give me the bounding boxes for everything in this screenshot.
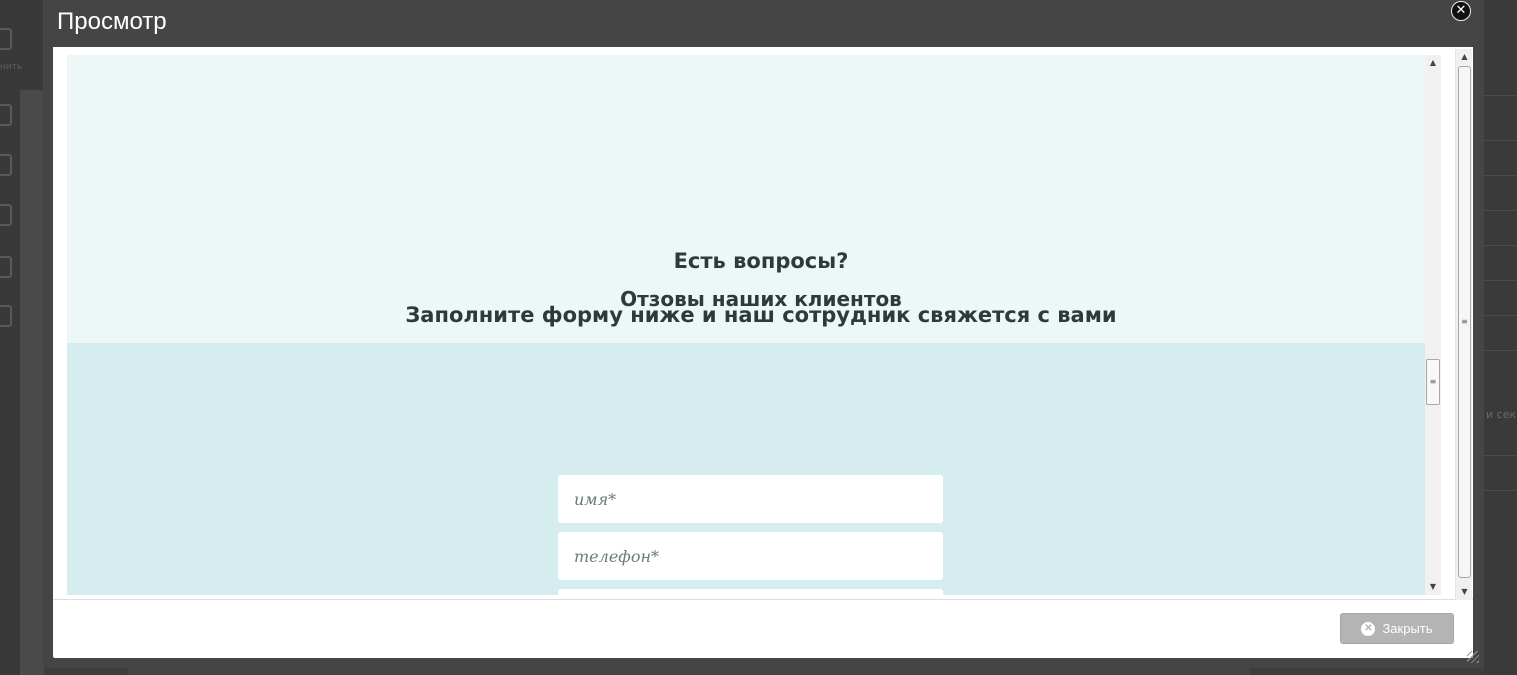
preview-scrollbar[interactable]: ▲ ≡ ▼ bbox=[1425, 55, 1441, 595]
play-icon bbox=[0, 256, 12, 278]
preview-scroll-thumb[interactable]: ≡ bbox=[1426, 359, 1440, 405]
copy-icon bbox=[0, 305, 12, 327]
background-left-panel bbox=[20, 90, 44, 675]
preview-frame: Есть вопросы? Отзовы наших клиентов Запо… bbox=[53, 47, 1473, 600]
page-preview: Есть вопросы? Отзовы наших клиентов Запо… bbox=[67, 55, 1425, 595]
form-subheading: Заполните форму ниже и наш сотрудник свя… bbox=[405, 303, 1117, 327]
dialog-scroll-down-icon[interactable]: ▼ bbox=[1456, 584, 1473, 600]
image-icon bbox=[0, 204, 12, 226]
name-input[interactable] bbox=[558, 475, 943, 523]
preview-dialog: Просмотр ✕ Есть вопросы? Отзовы наших кл… bbox=[43, 0, 1484, 668]
dialog-title: Просмотр bbox=[57, 8, 167, 35]
background-right-panel: и секц bbox=[1484, 0, 1517, 675]
dialog-scrollbar[interactable]: ▲ ≡ ▼ bbox=[1455, 49, 1472, 600]
dialog-scroll-thumb[interactable]: ≡ bbox=[1458, 66, 1471, 578]
background-bottom-bar bbox=[128, 668, 1250, 675]
close-icon[interactable]: ✕ bbox=[1451, 1, 1471, 21]
calendar-icon bbox=[0, 154, 12, 176]
email-input[interactable] bbox=[558, 589, 943, 595]
dialog-scroll-up-icon[interactable]: ▲ bbox=[1456, 49, 1473, 65]
phone-input[interactable] bbox=[558, 532, 943, 580]
resize-grip[interactable] bbox=[1467, 651, 1479, 663]
close-button[interactable]: ✕ Закрыть bbox=[1340, 613, 1454, 644]
close-button-label: Закрыть bbox=[1382, 621, 1433, 636]
background-right-text: и секц bbox=[1486, 408, 1517, 421]
scroll-up-icon[interactable]: ▲ bbox=[1425, 55, 1441, 71]
questions-heading: Есть вопросы? bbox=[673, 249, 849, 273]
save-icon bbox=[0, 28, 12, 50]
settings-icon bbox=[0, 104, 12, 126]
dialog-body: Есть вопросы? Отзовы наших клиентов Запо… bbox=[53, 47, 1473, 658]
background-sidebar-label: нить bbox=[0, 62, 23, 72]
scroll-down-icon[interactable]: ▼ bbox=[1425, 579, 1441, 595]
x-circle-icon: ✕ bbox=[1361, 621, 1376, 636]
